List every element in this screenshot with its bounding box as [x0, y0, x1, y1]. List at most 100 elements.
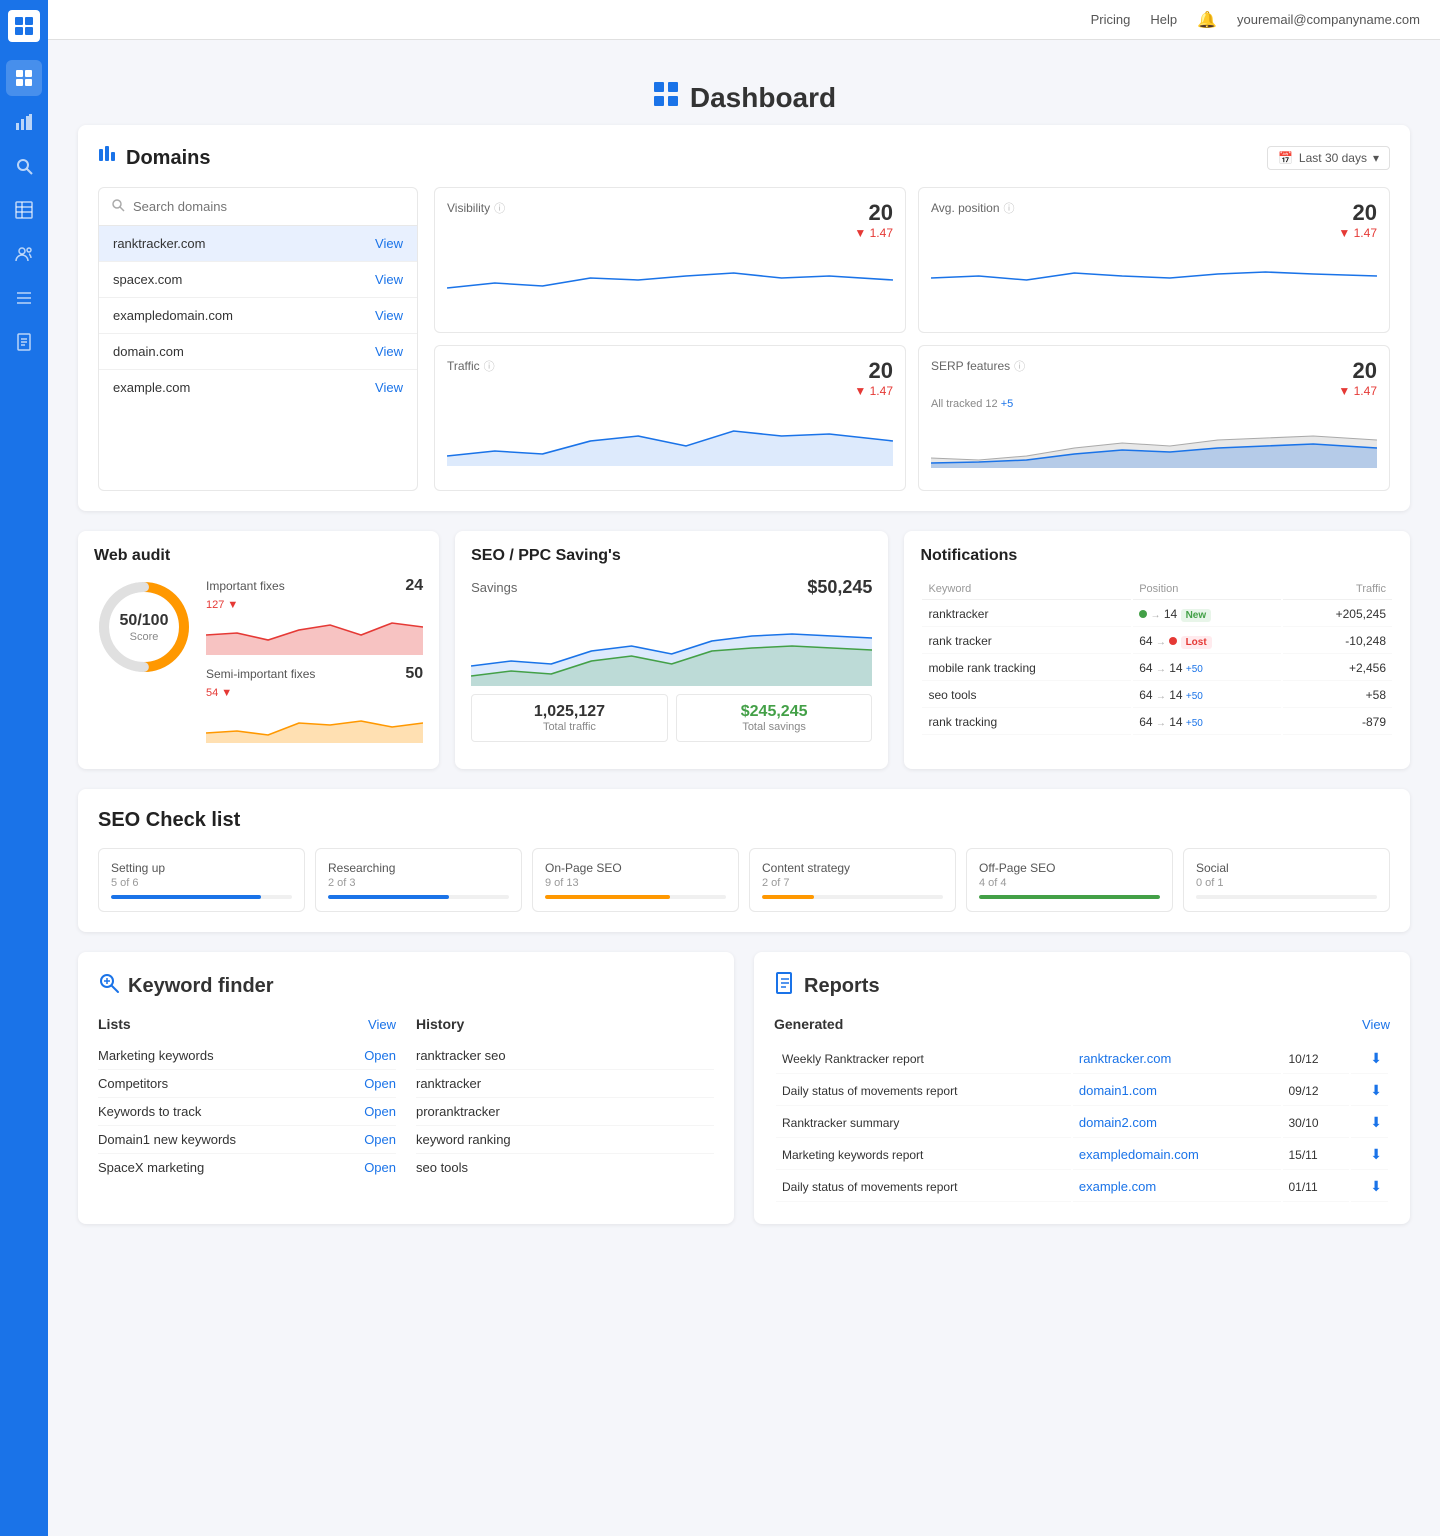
domain-view-link[interactable]: View	[375, 272, 403, 287]
info-icon[interactable]: ⓘ	[484, 358, 495, 374]
help-link[interactable]: Help	[1150, 12, 1177, 27]
report-download[interactable]: ⬇	[1351, 1044, 1388, 1074]
sidebar-item-table[interactable]	[6, 192, 42, 228]
domain-view-link[interactable]: View	[375, 236, 403, 251]
check-bar-fill	[979, 895, 1160, 899]
search-input[interactable]	[133, 199, 405, 214]
reports-view-link[interactable]: View	[1362, 1017, 1390, 1032]
list-item-open[interactable]: Open	[364, 1048, 396, 1063]
info-icon[interactable]: ⓘ	[1004, 200, 1015, 216]
check-content-strategy[interactable]: Content strategy 2 of 7	[749, 848, 956, 912]
kw-cols: Lists View Marketing keywords Open Compe…	[98, 1016, 714, 1181]
table-row: Weekly Ranktracker report ranktracker.co…	[776, 1044, 1388, 1074]
check-bar-fill	[111, 895, 261, 899]
pos-cell: 64 → 14 +50	[1133, 683, 1281, 708]
history-item-name: proranktracker	[416, 1104, 500, 1119]
list-item-open[interactable]: Open	[364, 1132, 396, 1147]
notifications-panel: Notifications Keyword Position Traffic r…	[904, 531, 1410, 769]
pricing-link[interactable]: Pricing	[1091, 12, 1131, 27]
sidebar-item-analytics[interactable]	[6, 104, 42, 140]
user-email[interactable]: youremail@companyname.com	[1237, 12, 1420, 27]
important-fixes-label: Important fixes	[206, 579, 285, 593]
domain-item[interactable]: ranktracker.com View	[99, 226, 417, 262]
check-researching[interactable]: Researching 2 of 3	[315, 848, 522, 912]
domain-item[interactable]: example.com View	[99, 370, 417, 405]
report-domain[interactable]: exampledomain.com	[1073, 1140, 1281, 1170]
important-fixes: Important fixes 24 127 ▼	[206, 577, 423, 655]
report-name: Daily status of movements report	[776, 1076, 1071, 1106]
list-item-open[interactable]: Open	[364, 1160, 396, 1175]
list-item-open[interactable]: Open	[364, 1076, 396, 1091]
important-fixes-count: 24	[405, 577, 423, 595]
semi-fixes-sub: 54 ▼	[206, 687, 423, 699]
list-item: ranktracker seo	[416, 1042, 714, 1070]
sidebar-logo[interactable]	[8, 10, 40, 42]
seo-ppc-panel: SEO / PPC Saving's Savings $50,245 1,025…	[455, 531, 888, 769]
report-domain[interactable]: domain2.com	[1073, 1108, 1281, 1138]
pos-dot-red	[1169, 637, 1177, 645]
report-download[interactable]: ⬇	[1351, 1108, 1388, 1138]
history-item-name: ranktracker	[416, 1076, 481, 1091]
info-icon[interactable]: ⓘ	[1014, 358, 1025, 374]
check-setting-up[interactable]: Setting up 5 of 6	[98, 848, 305, 912]
check-social[interactable]: Social 0 of 1	[1183, 848, 1390, 912]
list-item-name: Competitors	[98, 1076, 168, 1091]
kw-lists-view-link[interactable]: View	[368, 1017, 396, 1032]
report-download[interactable]: ⬇	[1351, 1172, 1388, 1202]
sidebar-item-reports[interactable]	[6, 324, 42, 360]
domain-item[interactable]: domain.com View	[99, 334, 417, 370]
sidebar-item-list[interactable]	[6, 280, 42, 316]
domain-item[interactable]: exampledomain.com View	[99, 298, 417, 334]
avg-position-metric: Avg. position ⓘ 20 ▼ 1.47	[918, 187, 1390, 333]
sidebar-item-team[interactable]	[6, 236, 42, 272]
check-progress: 2 of 7	[762, 877, 943, 889]
domains-list: ranktracker.com View spacex.com View exa…	[98, 187, 418, 491]
check-off-page-seo[interactable]: Off-Page SEO 4 of 4	[966, 848, 1173, 912]
check-bar-fill	[762, 895, 814, 899]
reports-title: Reports	[774, 972, 1390, 1000]
total-traffic-stat: 1,025,127 Total traffic	[471, 694, 668, 742]
report-domain[interactable]: ranktracker.com	[1073, 1044, 1281, 1074]
domain-view-link[interactable]: View	[375, 344, 403, 359]
reports-icon	[774, 972, 796, 1000]
total-savings-label: Total savings	[685, 721, 864, 733]
keyword-finder-icon	[98, 972, 120, 1000]
domain-name: ranktracker.com	[113, 236, 205, 251]
list-item-open[interactable]: Open	[364, 1104, 396, 1119]
pos-cell: 64 → 14 +50	[1133, 710, 1281, 735]
notifications-title: Notifications	[920, 547, 1394, 565]
report-domain[interactable]: domain1.com	[1073, 1076, 1281, 1106]
savings-chart	[471, 606, 872, 686]
check-on-page-seo[interactable]: On-Page SEO 9 of 13	[532, 848, 739, 912]
date-filter[interactable]: 📅 Last 30 days ▾	[1267, 146, 1390, 170]
traffic-change: ▼ 1.47	[854, 384, 893, 398]
report-domain[interactable]: example.com	[1073, 1172, 1281, 1202]
avg-position-change: ▼ 1.47	[1338, 226, 1377, 240]
sidebar-item-dashboard[interactable]	[6, 60, 42, 96]
avg-position-chart	[931, 248, 1377, 308]
audit-inner: 50/100 Score Important fixes 24 127 ▼	[94, 577, 423, 753]
list-item-name: Domain1 new keywords	[98, 1132, 236, 1147]
traffic-cell: -879	[1283, 710, 1392, 735]
check-bar-bg	[979, 895, 1160, 899]
domains-section: Domains 📅 Last 30 days ▾ ranktracker.com	[78, 125, 1410, 511]
visibility-label: Visibility ⓘ	[447, 200, 505, 216]
savings-label: Savings	[471, 580, 517, 595]
domain-view-link[interactable]: View	[375, 380, 403, 395]
kw-cell: rank tracker	[922, 629, 1131, 654]
info-icon[interactable]: ⓘ	[494, 200, 505, 216]
domain-item[interactable]: spacex.com View	[99, 262, 417, 298]
kw-lists-title: Lists	[98, 1016, 131, 1032]
report-download[interactable]: ⬇	[1351, 1076, 1388, 1106]
dashboard-title: Dashboard	[690, 82, 836, 114]
report-download[interactable]: ⬇	[1351, 1140, 1388, 1170]
keyword-finder-section: Keyword finder Lists View Marketing keyw…	[78, 952, 734, 1224]
search-box	[99, 188, 417, 226]
sidebar-item-search[interactable]	[6, 148, 42, 184]
traffic-label: Traffic ⓘ	[447, 358, 495, 374]
list-item: ranktracker	[416, 1070, 714, 1098]
total-traffic-value: 1,025,127	[480, 703, 659, 721]
domain-view-link[interactable]: View	[375, 308, 403, 323]
notification-bell[interactable]: 🔔	[1197, 10, 1217, 30]
table-row: rank tracking 64 → 14 +50 -879	[922, 710, 1392, 735]
